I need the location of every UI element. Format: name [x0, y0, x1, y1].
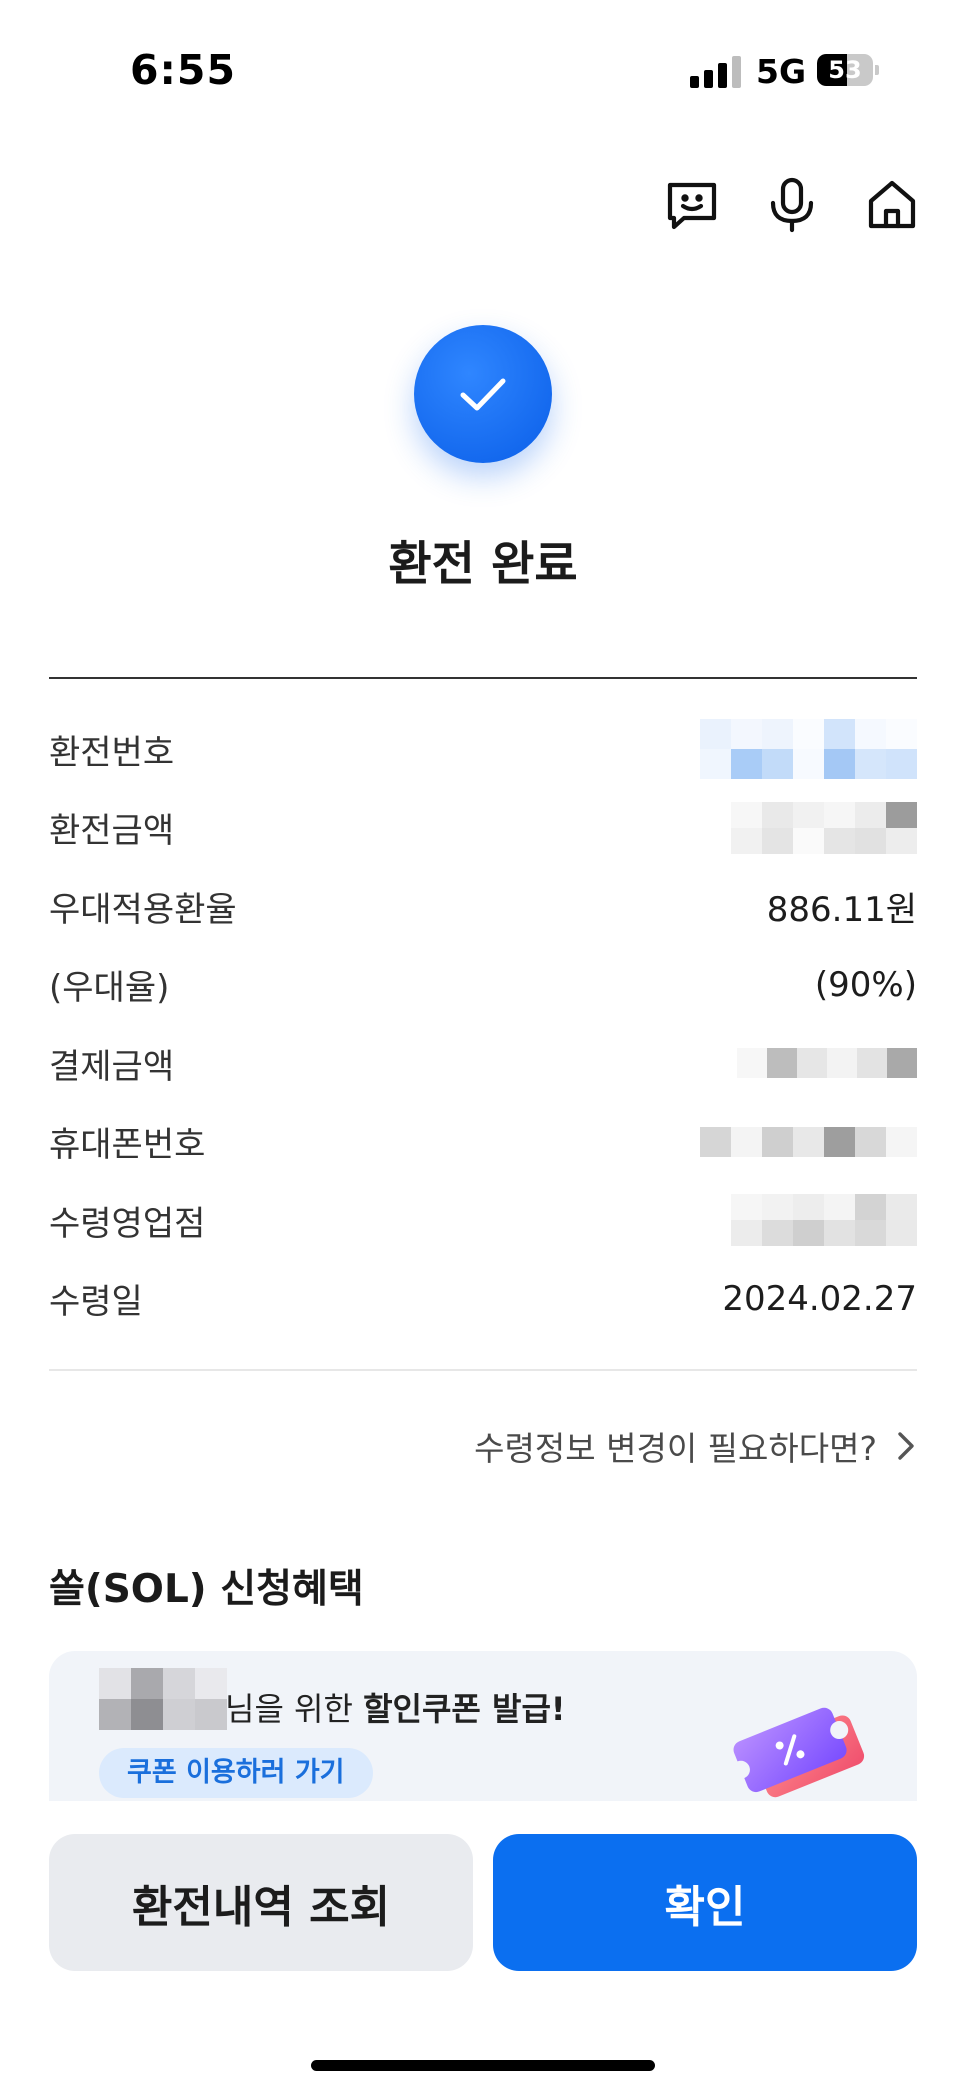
battery-level: 53: [828, 56, 862, 84]
exchange-info-list: 환전번호 환전금액 우대적용환율 886.11원 (우대율) (90%) 결제금…: [49, 710, 917, 1338]
exchange-complete-screen: 6:55 5G 53 환전 완료 환전번호 환전금액 우대적용환율 886.11…: [0, 0, 966, 2094]
coupon-use-button[interactable]: 쿠폰 이용하러 가기: [99, 1748, 373, 1798]
status-bar: 6:55 5G 53: [0, 0, 966, 140]
redacted-value: [737, 1048, 917, 1079]
battery-icon: 53: [817, 54, 879, 86]
info-label: 휴대폰번호: [49, 1125, 206, 1166]
info-row-pickup-date: 수령일 2024.02.27: [49, 1260, 917, 1339]
info-row-branch: 수령영업점: [49, 1181, 917, 1260]
info-label: 결제금액: [49, 1046, 175, 1087]
info-row-exchange-amount: 환전금액: [49, 789, 917, 868]
divider: [49, 1369, 917, 1371]
info-value: 886.11원: [766, 889, 917, 930]
info-row-phone-number: 휴대폰번호: [49, 1103, 917, 1182]
redacted-value: [731, 801, 917, 854]
home-indicator[interactable]: [311, 2060, 655, 2071]
exchange-history-button[interactable]: 환전내역 조회: [49, 1834, 473, 1971]
signal-icon: [690, 56, 742, 88]
change-pickup-info-link[interactable]: 수령정보 변경이 필요하다면?: [474, 1422, 917, 1470]
info-label: 우대적용환율: [49, 889, 237, 930]
chatbot-icon[interactable]: [662, 175, 722, 235]
info-row-payment-amount: 결제금액: [49, 1024, 917, 1103]
coupon-message: 님을 위한 할인쿠폰 발급!: [225, 1684, 565, 1730]
info-row-exchange-number: 환전번호: [49, 710, 917, 789]
info-row-preferential-rate: 우대적용환율 886.11원: [49, 867, 917, 946]
confirm-button[interactable]: 확인: [493, 1834, 917, 1971]
success-check-icon: [414, 325, 552, 463]
redacted-value: [700, 1126, 917, 1157]
divider: [49, 677, 917, 679]
info-label: 수령일: [49, 1282, 143, 1323]
header-actions: [662, 175, 922, 235]
coupon-message-highlight: 할인쿠폰 발급!: [363, 1690, 566, 1728]
info-label: 수령영업점: [49, 1203, 206, 1244]
info-label: 환전금액: [49, 811, 175, 852]
coupon-message-prefix: 님을 위한: [225, 1690, 364, 1728]
status-time: 6:55: [130, 46, 236, 94]
page-title: 환전 완료: [388, 537, 578, 592]
microphone-icon[interactable]: [762, 175, 822, 235]
info-label: (우대율): [49, 968, 170, 1009]
redacted-name: [99, 1668, 227, 1730]
coupon-banner[interactable]: 님을 위한 할인쿠폰 발급! 쿠폰 이용하러 가기: [49, 1651, 917, 1801]
network-label: 5G: [756, 52, 807, 91]
info-value: 2024.02.27: [722, 1278, 917, 1319]
info-value: (90%): [814, 964, 917, 1005]
coupon-ticket-icon: [731, 1707, 865, 1798]
home-icon[interactable]: [862, 175, 922, 235]
redacted-value: [700, 719, 917, 780]
change-link-label: 수령정보 변경이 필요하다면?: [474, 1429, 877, 1468]
benefits-section-title: 쏠(SOL) 신청혜택: [49, 1567, 364, 1612]
chevron-right-icon: [898, 1432, 914, 1460]
info-row-discount-rate: (우대율) (90%): [49, 946, 917, 1025]
redacted-value: [731, 1194, 917, 1247]
info-label: 환전번호: [49, 732, 175, 773]
